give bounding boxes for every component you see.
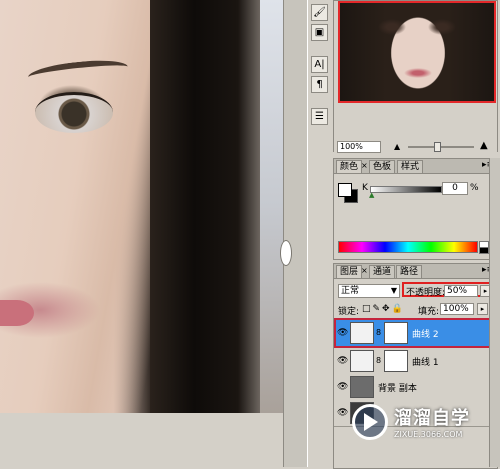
color-spectrum-ramp[interactable] xyxy=(338,241,478,253)
canvas-eyebrow xyxy=(27,56,129,88)
channel-slider[interactable] xyxy=(370,186,442,193)
canvas-eye xyxy=(35,92,113,133)
percent-label: % xyxy=(470,183,479,193)
channel-value-input[interactable]: 0 xyxy=(442,182,468,195)
slider-triangle-icon[interactable]: ▲ xyxy=(369,191,374,199)
opacity-label: 不透明度: xyxy=(406,288,446,298)
fill-slider-button[interactable]: ▸ xyxy=(477,303,488,315)
watermark: 溜溜自学 ZIXUE.3066.COM xyxy=(352,400,480,448)
layer-mask-thumbnail[interactable] xyxy=(384,350,408,372)
black-swatch[interactable] xyxy=(479,247,489,254)
eye-icon[interactable]: 👁 xyxy=(337,382,348,392)
tab-paths[interactable]: 路径 xyxy=(396,265,423,278)
tab-color[interactable]: 颜色 xyxy=(336,160,363,173)
layer-comps-icon[interactable]: ☰ xyxy=(311,108,328,125)
panel-scrollbar[interactable] xyxy=(489,158,500,467)
layer-row[interactable]: 👁 8 曲线 2 xyxy=(334,320,497,347)
tab-layers[interactable]: 图层 xyxy=(336,265,363,278)
canvas-gutter xyxy=(280,0,308,467)
navigator-panel: 100% ▲ ▲ xyxy=(333,0,498,153)
watermark-url: ZIXUE.3066.COM xyxy=(394,430,463,439)
play-icon xyxy=(364,413,378,431)
layer-mask-thumbnail[interactable] xyxy=(384,322,408,344)
lock-icons[interactable]: □✎✥🔒 xyxy=(362,304,405,314)
watermark-name: 溜溜自学 xyxy=(394,408,470,429)
eye-icon[interactable]: 👁 xyxy=(337,328,348,338)
fill-label: 填充: xyxy=(418,307,440,317)
tab-swatches[interactable]: 色板 xyxy=(369,160,396,173)
panel-collapse-handle[interactable] xyxy=(280,240,292,266)
link-icon[interactable]: 8 xyxy=(376,356,381,365)
zoom-input[interactable]: 100% xyxy=(337,141,381,153)
canvas-hair xyxy=(150,0,260,413)
character-panel-icon[interactable]: A| xyxy=(311,56,328,73)
curves-adjustment-icon xyxy=(350,322,374,344)
panel-dock-toolbar: 🖌 ▣ A| ¶ ☰ xyxy=(307,0,332,467)
tab-styles[interactable]: 样式 xyxy=(397,160,424,173)
layer-name: 背景 副本 xyxy=(378,384,417,394)
tab-close-icon[interactable]: × xyxy=(361,266,368,275)
tab-close-icon[interactable]: × xyxy=(361,161,368,170)
navigator-thumbnail[interactable] xyxy=(338,1,496,103)
foreground-color-swatch[interactable] xyxy=(338,183,352,197)
paragraph-panel-icon[interactable]: ¶ xyxy=(311,76,328,93)
image-canvas[interactable] xyxy=(0,0,283,413)
layer-row[interactable]: 👁 背景 副本 xyxy=(334,374,497,401)
brush-tool-icon[interactable]: 🖌 xyxy=(311,4,328,21)
blend-mode-select[interactable]: 正常 ▼ xyxy=(338,284,400,298)
zoom-in-icon[interactable]: ▲ xyxy=(480,140,488,151)
canvas-lip xyxy=(0,300,34,326)
curves-adjustment-icon xyxy=(350,350,374,372)
color-panel-tabs: 颜色 × 色板 样式 ▸≡ xyxy=(334,159,497,174)
eye-icon[interactable]: 👁 xyxy=(337,356,348,366)
layer-name: 曲线 2 xyxy=(412,330,439,340)
lock-label: 锁定: xyxy=(338,307,360,317)
channel-label: K xyxy=(362,183,368,193)
navigator-zoom-row: 100% ▲ ▲ xyxy=(334,140,497,153)
link-icon[interactable]: 8 xyxy=(376,328,381,337)
layer-name: 曲线 1 xyxy=(412,358,439,368)
zoom-out-icon[interactable]: ▲ xyxy=(394,142,400,151)
opacity-group: 不透明度: 50% ▸ xyxy=(402,282,494,298)
layer-row[interactable]: 👁 8 曲线 1 xyxy=(334,348,497,375)
opacity-input[interactable]: 50% xyxy=(444,285,478,297)
eye-icon[interactable]: 👁 xyxy=(337,408,348,418)
chevron-down-icon: ▼ xyxy=(390,286,397,295)
right-panels: 100% ▲ ▲ 颜色 × 色板 样式 ▸≡ K ▲ 0 % 图层 × 通道 路… xyxy=(331,0,500,469)
blend-mode-value: 正常 xyxy=(341,286,360,296)
fill-input[interactable]: 100% xyxy=(440,303,474,315)
zoom-slider[interactable] xyxy=(408,146,474,148)
zoom-slider-knob[interactable] xyxy=(434,142,441,152)
color-panel: 颜色 × 色板 样式 ▸≡ K ▲ 0 % xyxy=(333,158,498,260)
layer-thumbnail xyxy=(350,376,374,398)
stamp-tool-icon[interactable]: ▣ xyxy=(311,24,328,41)
layers-panel-tabs: 图层 × 通道 路径 ▸≡ xyxy=(334,264,497,279)
tab-channels[interactable]: 通道 xyxy=(369,265,396,278)
